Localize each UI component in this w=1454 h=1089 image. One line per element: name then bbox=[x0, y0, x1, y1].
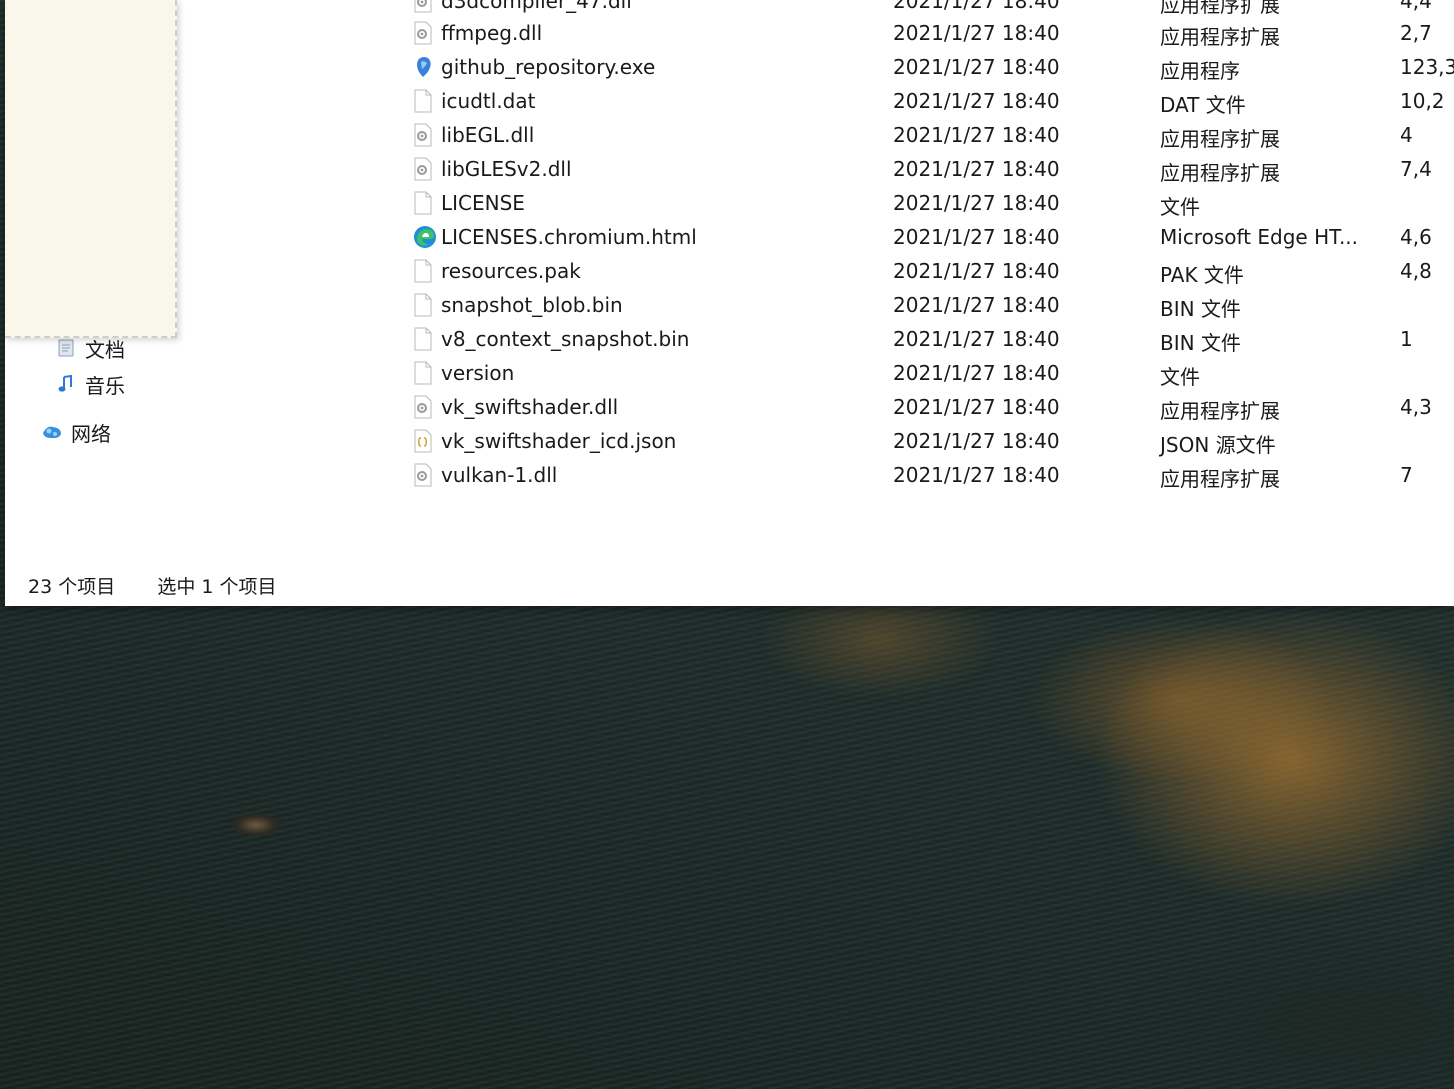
file-row[interactable]: vk_swiftshader.dll 2021/1/27 18:40 应用程序扩… bbox=[410, 390, 1454, 424]
nav-item-network[interactable]: 网络 bbox=[41, 417, 111, 447]
file-row[interactable]: LICENSES.chromium.html 2021/1/27 18:40 M… bbox=[410, 220, 1454, 254]
file-row[interactable]: v8_context_snapshot.bin 2021/1/27 18:40 … bbox=[410, 322, 1454, 356]
file-date: 2021/1/27 18:40 bbox=[893, 429, 1060, 453]
status-bar: 23 个项目 选中 1 个项目 bbox=[28, 572, 276, 599]
wallpaper-boat bbox=[232, 814, 280, 836]
exe-app-icon bbox=[413, 55, 435, 79]
file-type: BIN 文件 bbox=[1160, 331, 1241, 355]
file-size: 4,8 bbox=[1400, 259, 1432, 283]
file-type: 应用程序扩展 bbox=[1160, 161, 1280, 185]
file-type: DAT 文件 bbox=[1160, 93, 1246, 117]
file-name: vulkan-1.dll bbox=[441, 463, 558, 487]
file-name: snapshot_blob.bin bbox=[441, 293, 623, 317]
file-size: 7,4 bbox=[1400, 157, 1432, 181]
generic-file-icon bbox=[413, 327, 435, 351]
generic-file-icon bbox=[413, 191, 435, 215]
file-type: 应用程序扩展 bbox=[1160, 467, 1280, 491]
file-size: 123,3 bbox=[1400, 55, 1454, 79]
file-date: 2021/1/27 18:40 bbox=[893, 361, 1060, 385]
file-size: 4,4 bbox=[1400, 0, 1432, 13]
file-name: vk_swiftshader.dll bbox=[441, 395, 619, 419]
file-name: v8_context_snapshot.bin bbox=[441, 327, 690, 351]
nav-item-label: 网络 bbox=[71, 421, 111, 446]
file-row[interactable]: resources.pak 2021/1/27 18:40 PAK 文件 4,8 bbox=[410, 254, 1454, 288]
file-name: libEGL.dll bbox=[441, 123, 535, 147]
file-row[interactable]: libEGL.dll 2021/1/27 18:40 应用程序扩展 4 bbox=[410, 118, 1454, 152]
nav-item-music[interactable]: 音乐 bbox=[55, 369, 125, 399]
dll-file-icon bbox=[413, 395, 435, 419]
dll-file-icon bbox=[413, 0, 435, 13]
file-name: ffmpeg.dll bbox=[441, 21, 543, 45]
file-name: vk_swiftshader_icd.json bbox=[441, 429, 677, 453]
generic-file-icon bbox=[413, 361, 435, 385]
file-date: 2021/1/27 18:40 bbox=[893, 0, 1060, 13]
file-date: 2021/1/27 18:40 bbox=[893, 21, 1060, 45]
file-type: 应用程序扩展 bbox=[1160, 25, 1280, 49]
file-row[interactable]: ffmpeg.dll 2021/1/27 18:40 应用程序扩展 2,7 bbox=[410, 16, 1454, 50]
selected-count: 选中 1 个项目 bbox=[157, 576, 277, 598]
dll-file-icon bbox=[413, 123, 435, 147]
file-date: 2021/1/27 18:40 bbox=[893, 157, 1060, 181]
file-date: 2021/1/27 18:40 bbox=[893, 463, 1060, 487]
file-date: 2021/1/27 18:40 bbox=[893, 225, 1060, 249]
item-count: 23 个项目 bbox=[28, 576, 116, 598]
file-type: 文件 bbox=[1160, 195, 1200, 219]
generic-file-icon bbox=[413, 293, 435, 317]
edge-browser-icon bbox=[413, 225, 436, 249]
file-name: libGLESv2.dll bbox=[441, 157, 572, 181]
generic-file-icon bbox=[413, 89, 435, 113]
dll-file-icon bbox=[413, 157, 435, 181]
json-file-icon bbox=[413, 429, 435, 453]
file-type: JSON 源文件 bbox=[1160, 433, 1276, 457]
file-type: BIN 文件 bbox=[1160, 297, 1241, 321]
file-row[interactable]: icudtl.dat 2021/1/27 18:40 DAT 文件 10,2 bbox=[410, 84, 1454, 118]
network-icon bbox=[41, 421, 63, 443]
file-type: Microsoft Edge HT... bbox=[1160, 225, 1359, 249]
file-date: 2021/1/27 18:40 bbox=[893, 327, 1060, 351]
file-date: 2021/1/27 18:40 bbox=[893, 191, 1060, 215]
file-type: 文件 bbox=[1160, 365, 1200, 389]
documents-icon bbox=[55, 337, 77, 359]
file-date: 2021/1/27 18:40 bbox=[893, 89, 1060, 113]
file-date: 2021/1/27 18:40 bbox=[893, 55, 1060, 79]
file-explorer-window: 文档 音乐 网络 d3dcompiler_47.dll 2021/1/27 18… bbox=[5, 0, 1454, 606]
file-size: 4,6 bbox=[1400, 225, 1432, 249]
file-type: 应用程序扩展 bbox=[1160, 127, 1280, 151]
dll-file-icon bbox=[413, 21, 435, 45]
file-name: github_repository.exe bbox=[441, 55, 656, 79]
file-name: icudtl.dat bbox=[441, 89, 536, 113]
file-row[interactable]: vk_swiftshader_icd.json 2021/1/27 18:40 … bbox=[410, 424, 1454, 458]
file-row[interactable]: LICENSE 2021/1/27 18:40 文件 bbox=[410, 186, 1454, 220]
file-type: 应用程序扩展 bbox=[1160, 399, 1280, 423]
file-type: 应用程序 bbox=[1160, 59, 1240, 83]
file-name: LICENSE bbox=[441, 191, 525, 215]
generic-file-icon bbox=[413, 259, 435, 283]
popup-panel bbox=[5, 0, 177, 338]
file-row[interactable]: version 2021/1/27 18:40 文件 bbox=[410, 356, 1454, 390]
file-row[interactable]: vulkan-1.dll 2021/1/27 18:40 应用程序扩展 7 bbox=[410, 458, 1454, 492]
music-icon bbox=[55, 373, 77, 395]
file-date: 2021/1/27 18:40 bbox=[893, 395, 1060, 419]
file-row[interactable]: libGLESv2.dll 2021/1/27 18:40 应用程序扩展 7,4 bbox=[410, 152, 1454, 186]
file-size: 2,7 bbox=[1400, 21, 1432, 45]
file-size: 4 bbox=[1400, 123, 1413, 147]
file-size: 7 bbox=[1400, 463, 1413, 487]
nav-item-label: 音乐 bbox=[85, 373, 125, 398]
dll-file-icon bbox=[413, 463, 435, 487]
file-date: 2021/1/27 18:40 bbox=[893, 259, 1060, 283]
file-size: 10,2 bbox=[1400, 89, 1445, 113]
file-type: PAK 文件 bbox=[1160, 263, 1244, 287]
file-size: 1 bbox=[1400, 327, 1413, 351]
file-size: 4,3 bbox=[1400, 395, 1432, 419]
file-date: 2021/1/27 18:40 bbox=[893, 293, 1060, 317]
file-name: version bbox=[441, 361, 515, 385]
file-date: 2021/1/27 18:40 bbox=[893, 123, 1060, 147]
file-row[interactable]: github_repository.exe 2021/1/27 18:40 应用… bbox=[410, 50, 1454, 84]
file-name: d3dcompiler_47.dll bbox=[441, 0, 632, 13]
file-row[interactable]: snapshot_blob.bin 2021/1/27 18:40 BIN 文件 bbox=[410, 288, 1454, 322]
file-name: LICENSES.chromium.html bbox=[441, 225, 697, 249]
file-name: resources.pak bbox=[441, 259, 581, 283]
